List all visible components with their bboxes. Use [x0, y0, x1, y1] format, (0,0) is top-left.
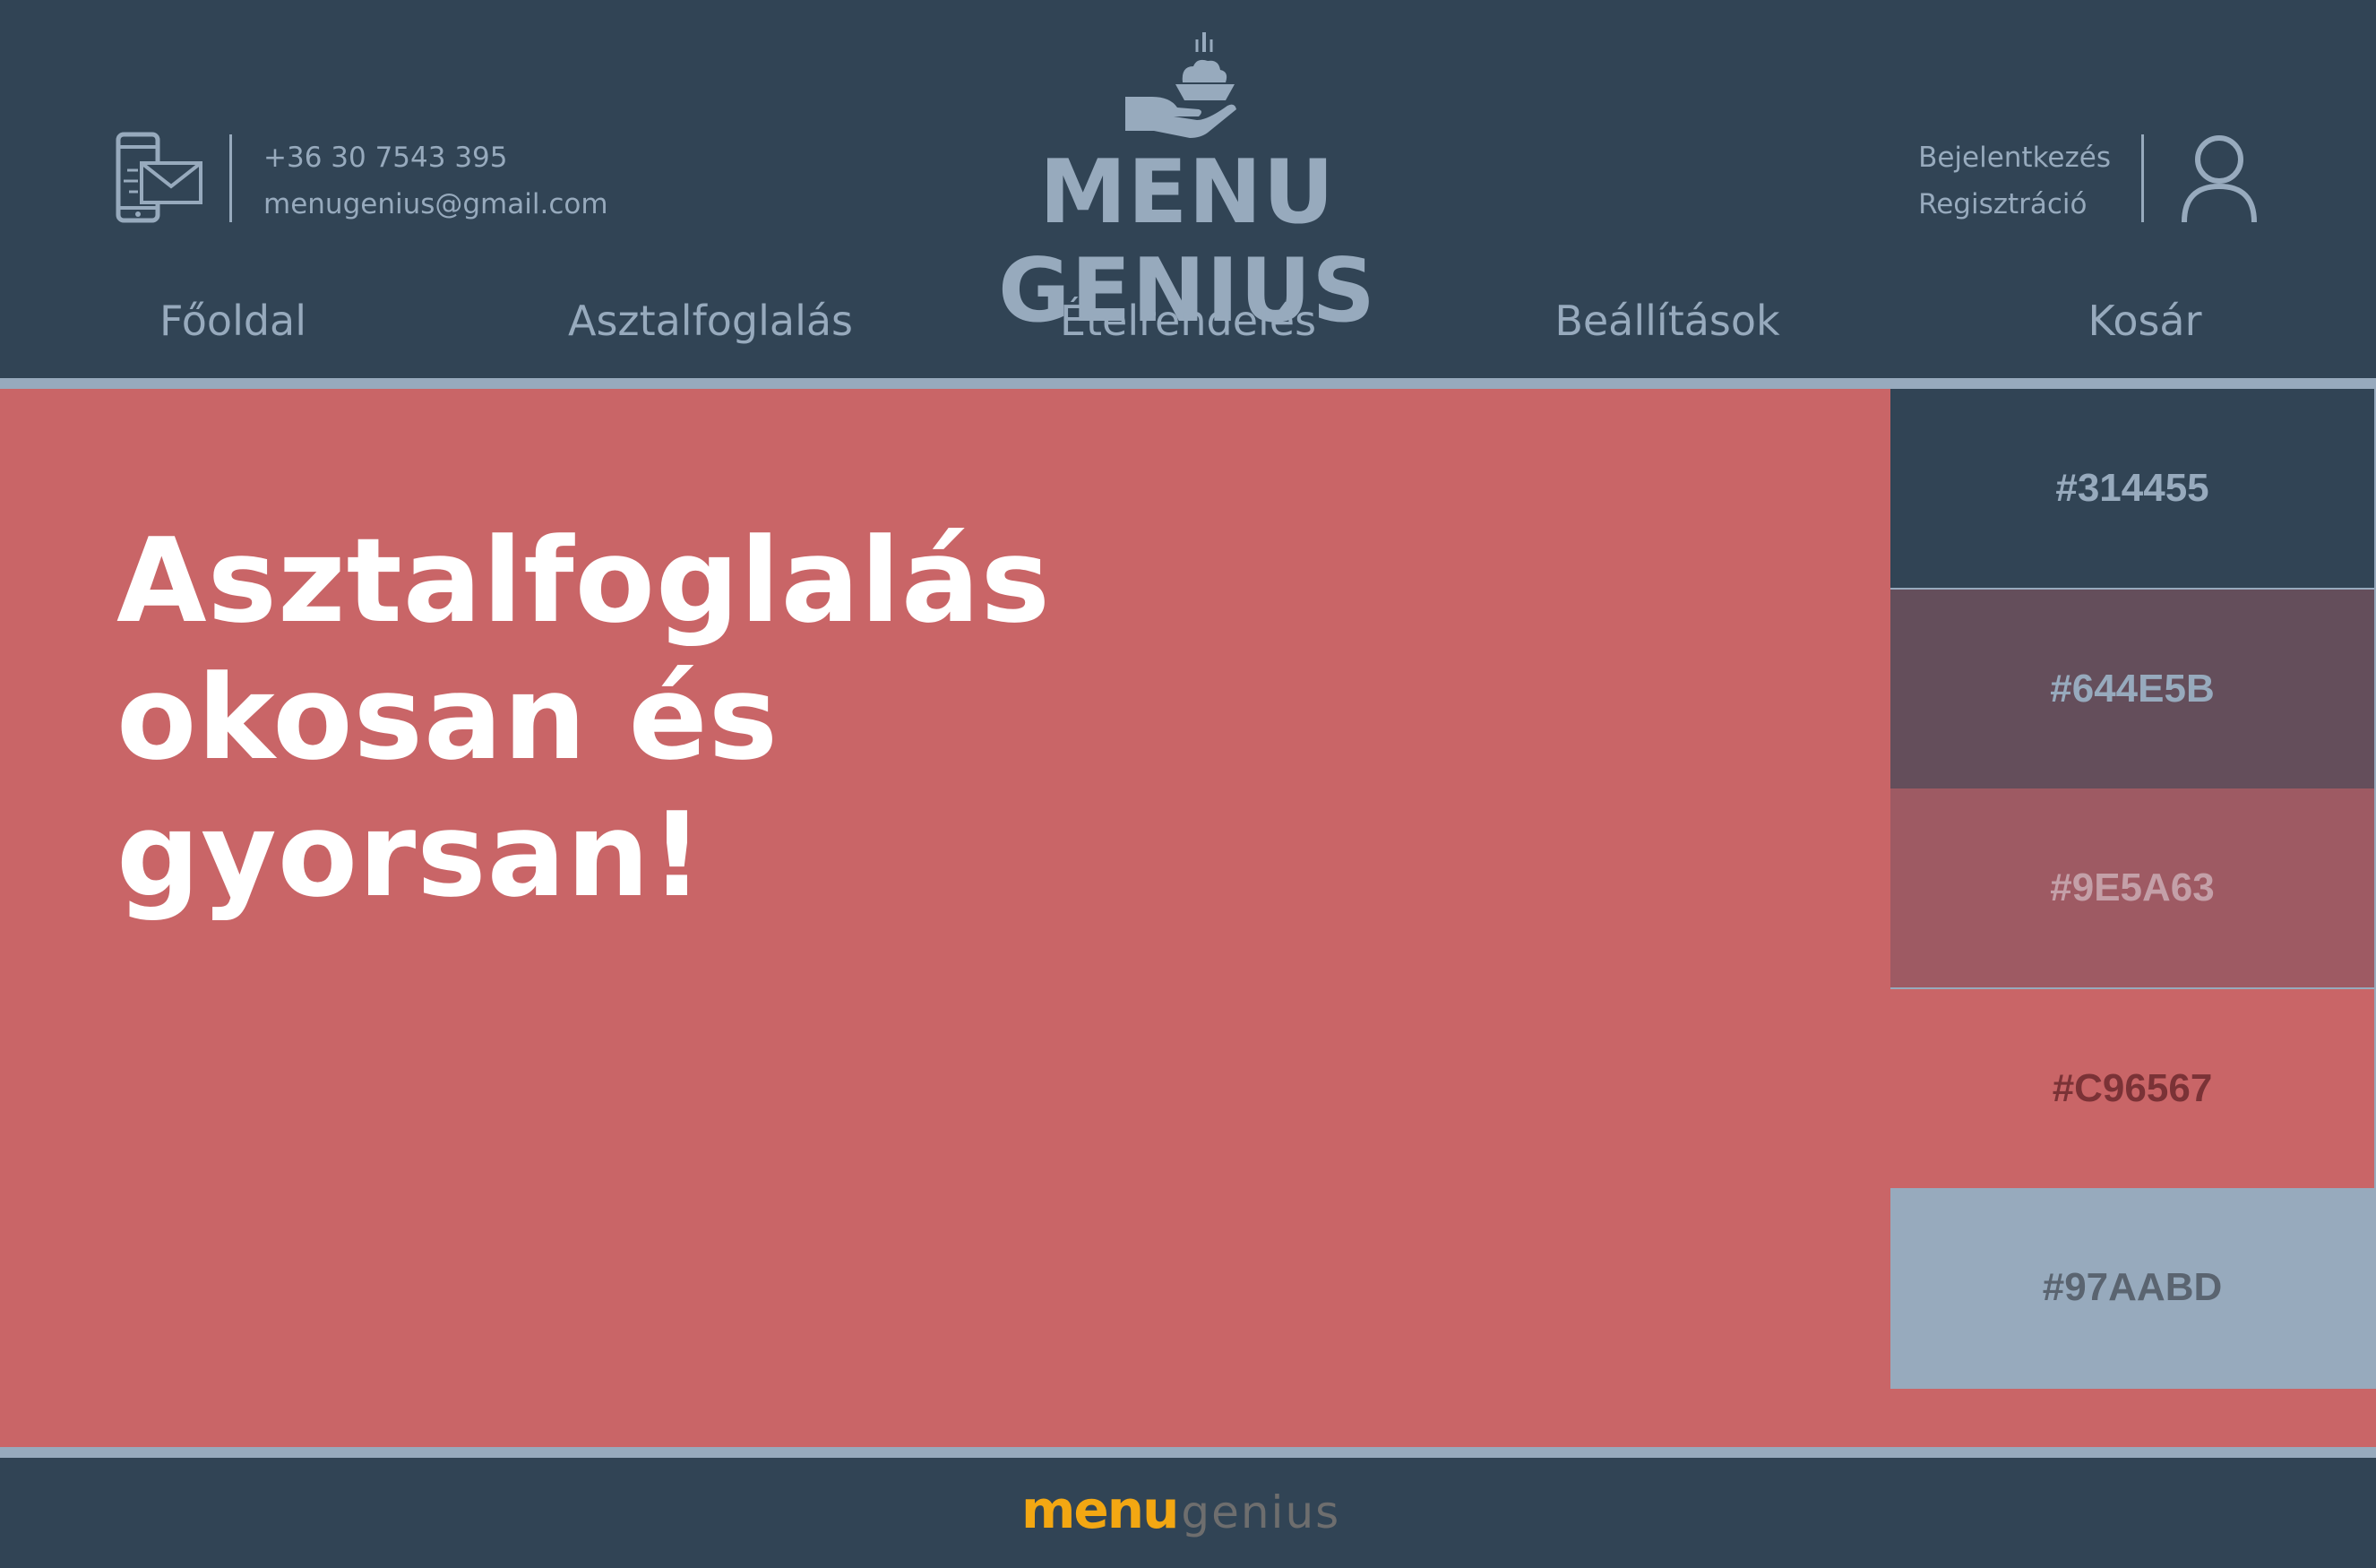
header-divider	[0, 378, 2376, 389]
user-icon[interactable]	[2179, 133, 2260, 226]
swatch-644e5b: #644E5B	[1890, 590, 2374, 788]
swatch-9e5a63: #9E5A63	[1890, 788, 2374, 987]
auth-links: Bejelentkezés Regisztráció	[1918, 134, 2111, 228]
color-palette: #314455 #644E5B #9E5A63 #C96567 #97AABD	[1890, 389, 2376, 1389]
nav-item-beallitasok[interactable]: Beállítások	[1554, 285, 1779, 357]
phone-number[interactable]: +36 30 7543 395	[263, 134, 608, 181]
phone-mail-icon	[116, 132, 202, 223]
swatch-c96567: #C96567	[1890, 989, 2374, 1188]
swatch-label: #644E5B	[2050, 667, 2215, 711]
swatch-label: #C96567	[2052, 1066, 2213, 1110]
swatch-97aabd: #97AABD	[1890, 1188, 2374, 1387]
footer-divider	[0, 1447, 2376, 1458]
footer-logo-menu: menu	[1021, 1479, 1179, 1540]
nav-item-asztalfoglalas[interactable]: Asztalfoglalás	[568, 285, 853, 357]
swatch-label: #97AABD	[2042, 1265, 2223, 1309]
hero-line-3: gyorsan!	[116, 787, 705, 923]
auth-divider	[2141, 134, 2144, 222]
nav-item-fooldal[interactable]: Főoldal	[159, 285, 306, 357]
nav-item-etelrendeles[interactable]: Ételrendelés	[1060, 285, 1316, 357]
main-nav: Főoldal Asztalfoglalás Ételrendelés Beál…	[0, 285, 2376, 357]
hero-line-1: Asztalfoglalás	[116, 513, 1051, 649]
email-address[interactable]: menugenius@gmail.com	[263, 181, 608, 228]
nav-item-kosar[interactable]: Kosár	[2088, 285, 2201, 357]
serving-hand-icon	[1125, 32, 1236, 138]
logo-word-menu: Menu	[1038, 142, 1336, 244]
register-link[interactable]: Regisztráció	[1918, 181, 2111, 228]
hero-line-2: okosan és	[116, 650, 779, 786]
footer-logo-genius: genius	[1181, 1486, 1341, 1538]
site-header: +36 30 7543 395 menugenius@gmail.com Men…	[0, 0, 2376, 378]
login-link[interactable]: Bejelentkezés	[1918, 134, 2111, 181]
footer-logo[interactable]: menugenius	[1021, 1483, 1341, 1538]
contact-info: +36 30 7543 395 menugenius@gmail.com	[263, 134, 608, 228]
contact-divider	[229, 134, 232, 222]
swatch-label: #314455	[2055, 466, 2209, 510]
swatch-label: #9E5A63	[2050, 866, 2215, 909]
hero-title: Asztalfoglalás okosan és gyorsan!	[116, 513, 1051, 924]
swatch-314455: #314455	[1890, 389, 2374, 588]
